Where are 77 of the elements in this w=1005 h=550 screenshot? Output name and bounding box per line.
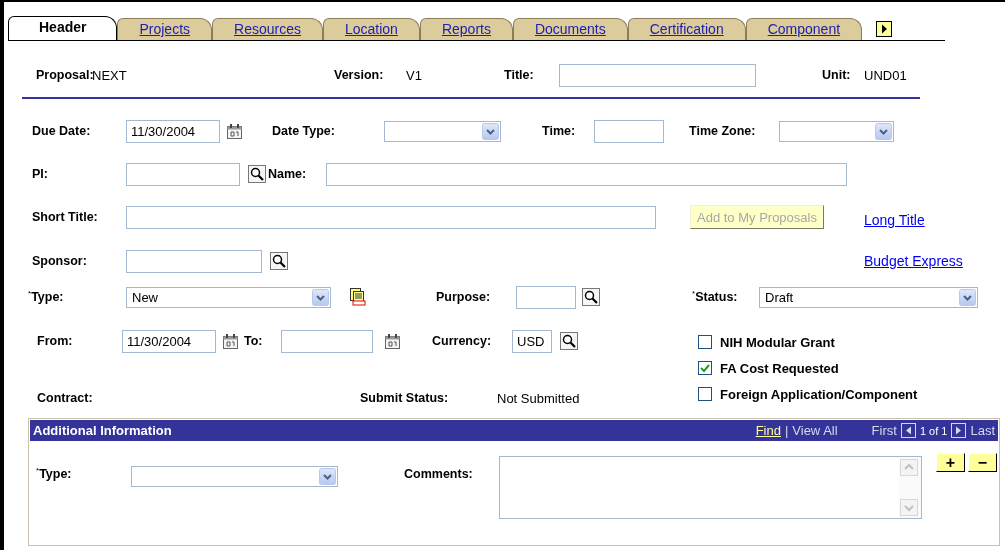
checkbox-label[interactable]: FA Cost Requested	[720, 360, 839, 376]
checkbox[interactable]	[698, 335, 712, 349]
due-date-field[interactable]: 11/30/2004	[126, 119, 220, 143]
field-label: Submit Status:	[360, 391, 449, 405]
status-dropdown[interactable]: Draft	[759, 286, 978, 308]
field-label: PI:	[32, 167, 48, 181]
calendar-icon[interactable]	[222, 332, 239, 350]
add-row-button[interactable]: +	[936, 453, 965, 472]
field-label: Sponsor:	[32, 254, 87, 268]
view-all-link[interactable]: View All	[792, 423, 838, 438]
document-icon[interactable]	[349, 288, 366, 306]
field-label: Unit:	[822, 68, 851, 82]
currency-field[interactable]: USD	[512, 329, 552, 353]
from-date-field[interactable]: 11/30/2004	[122, 329, 216, 353]
time-field[interactable]	[594, 119, 664, 143]
field-label: Time Zone:	[689, 124, 756, 138]
tab[interactable]: Component	[745, 18, 863, 40]
budget-express-link[interactable]: Budget Express	[864, 253, 963, 269]
caret-icon[interactable]	[319, 468, 336, 485]
proposal-value: NEXT	[92, 67, 127, 83]
checkbox[interactable]	[698, 387, 712, 401]
long-title-link[interactable]: Long Title	[864, 212, 925, 228]
tab[interactable]: Header	[8, 16, 118, 40]
find-link[interactable]: Find	[755, 423, 781, 438]
short-title-field[interactable]	[126, 205, 656, 229]
panel-title: Additional Information	[33, 423, 172, 438]
delete-row-button[interactable]: −	[968, 453, 997, 472]
calendar-icon[interactable]	[384, 332, 401, 350]
field-label: Comments:	[404, 467, 473, 481]
tab[interactable]: Location	[322, 18, 420, 40]
field-label: From:	[37, 334, 73, 348]
first-link[interactable]: First	[871, 423, 897, 438]
purpose-field[interactable]	[516, 285, 576, 309]
to-date-field[interactable]	[281, 329, 373, 353]
search-icon[interactable]	[560, 332, 578, 350]
tab[interactable]: Certification	[627, 18, 746, 40]
field-label: $^{*}$Type:	[28, 289, 64, 305]
unit-value: UND01	[864, 67, 907, 83]
calendar-icon[interactable]	[226, 122, 243, 140]
sponsor-field[interactable]	[126, 249, 262, 273]
field-label: $^{*}$Status:	[692, 289, 738, 305]
separator: |	[784, 423, 789, 438]
field-label: Date Type:	[272, 124, 335, 138]
search-icon[interactable]	[248, 165, 266, 183]
tab[interactable]: Documents	[512, 18, 628, 40]
tab[interactable]: Resources	[212, 18, 323, 40]
search-icon[interactable]	[270, 252, 288, 270]
checkbox-label[interactable]: Foreign Application/Component	[720, 386, 918, 402]
field-label: $^{*}$Type:	[36, 467, 72, 482]
field-label: Version:	[334, 68, 384, 82]
field-label: Short Title:	[32, 210, 98, 224]
field-label: Time:	[542, 124, 576, 138]
caret-icon[interactable]	[959, 288, 976, 306]
field-label: Proposal:	[36, 68, 94, 82]
pi-field[interactable]	[126, 162, 240, 186]
submit-status-value: Not Submitted	[497, 390, 580, 406]
record-count: 1 of 1	[919, 424, 948, 437]
caret-icon[interactable]	[482, 122, 499, 140]
caret-icon[interactable]	[875, 122, 892, 140]
field-label: Due Date:	[32, 124, 91, 138]
field-label: Currency:	[432, 334, 492, 348]
field-label: To:	[244, 334, 263, 348]
version-value: V1	[406, 67, 422, 83]
tab[interactable]: Projects	[117, 18, 213, 40]
field-label: Purpose:	[436, 290, 491, 304]
checkbox-label[interactable]: NIH Modular Grant	[720, 334, 835, 350]
caret-icon[interactable]	[312, 288, 329, 306]
last-link[interactable]: Last	[970, 423, 995, 438]
field-label: Title:	[504, 68, 534, 82]
field-label: Name:	[268, 167, 307, 181]
name-field[interactable]	[326, 162, 847, 186]
type-dropdown[interactable]: New	[126, 286, 331, 308]
field-label: Contract:	[37, 391, 93, 405]
search-icon[interactable]	[582, 288, 600, 306]
tab[interactable]: Reports	[419, 18, 513, 40]
checkbox[interactable]	[698, 361, 712, 375]
title-field[interactable]	[559, 63, 756, 87]
